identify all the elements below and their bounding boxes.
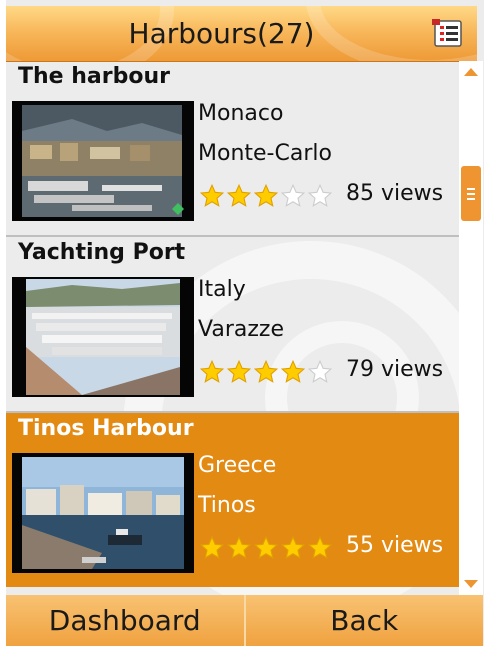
star-filled-icon [226, 183, 252, 207]
title-bar: Harbours(27) [6, 6, 477, 62]
star-filled-icon [307, 535, 333, 559]
list-item[interactable]: Yachting Port Italy Varazze 79 views [6, 237, 459, 413]
star-empty-icon [307, 359, 333, 383]
star-filled-icon [199, 535, 225, 559]
star-filled-icon [253, 359, 279, 383]
page-title: Harbours(27) [128, 17, 315, 50]
back-button[interactable]: Back [246, 595, 484, 646]
star-rating [199, 535, 334, 561]
webcam-thumbnail [12, 277, 194, 397]
list-item-selected[interactable]: Tinos Harbour Greece Tinos 55 views [6, 413, 459, 587]
scrollbar[interactable] [459, 61, 483, 595]
item-name: Yachting Port [18, 240, 186, 265]
view-count: 85 views [346, 181, 444, 206]
webcam-thumbnail [12, 453, 194, 573]
star-filled-icon [280, 535, 306, 559]
grip-line [467, 193, 475, 195]
star-filled-icon [253, 535, 279, 559]
item-city: Tinos [198, 493, 256, 518]
item-country: Italy [198, 277, 246, 302]
grip-line [467, 198, 475, 200]
star-filled-icon [226, 359, 252, 383]
item-city: Monte-Carlo [198, 141, 332, 166]
item-name: Tinos Harbour [18, 416, 194, 441]
scrollbar-thumb[interactable] [461, 166, 481, 221]
scroll-up-arrow-icon[interactable] [459, 61, 483, 83]
star-filled-icon [199, 359, 225, 383]
item-country: Monaco [198, 101, 284, 126]
star-empty-icon [307, 183, 333, 207]
item-city: Varazze [198, 317, 284, 342]
star-rating [199, 359, 334, 385]
grip-line [467, 188, 475, 190]
star-rating [199, 183, 334, 209]
star-empty-icon [280, 183, 306, 207]
harbour-list[interactable]: The harbour Monaco Monte-Carlo 85 views … [6, 61, 459, 595]
star-filled-icon [253, 183, 279, 207]
view-count: 79 views [346, 357, 444, 382]
scroll-down-arrow-icon[interactable] [459, 573, 483, 595]
dashboard-button[interactable]: Dashboard [6, 595, 246, 646]
list-menu-icon[interactable] [431, 18, 465, 48]
list-item[interactable]: The harbour Monaco Monte-Carlo 85 views [6, 61, 459, 237]
star-filled-icon [226, 535, 252, 559]
app-screen: Harbours(27) The harbour Monaco Monte-Ca… [0, 0, 484, 646]
view-count: 55 views [346, 533, 444, 558]
softkey-bar: Dashboard Back [6, 595, 483, 646]
webcam-thumbnail [12, 101, 194, 221]
star-filled-icon [199, 183, 225, 207]
star-filled-icon [280, 359, 306, 383]
item-country: Greece [198, 453, 277, 478]
item-name: The harbour [18, 64, 170, 89]
